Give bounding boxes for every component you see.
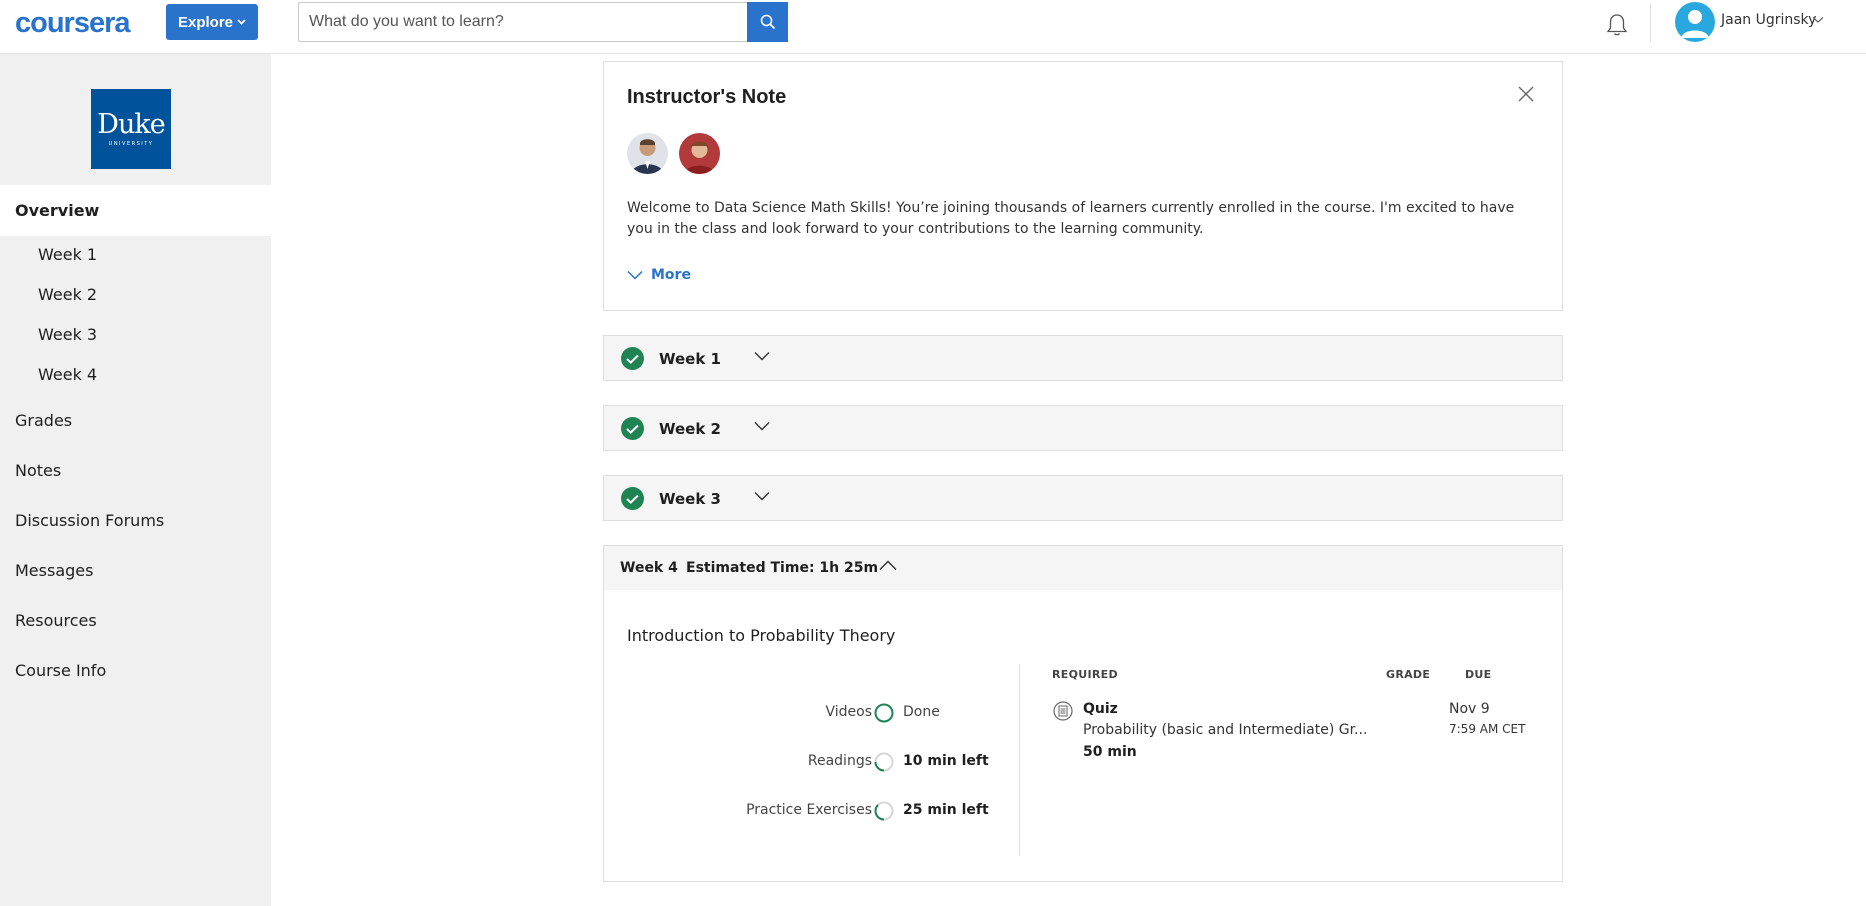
explore-button-label: Explore bbox=[177, 13, 234, 31]
due-time: 7:59 AM CET bbox=[1449, 722, 1526, 736]
quiz-duration: 50 min bbox=[1083, 744, 1137, 760]
duke-university-logo[interactable]: Duke UNIVERSITY bbox=[91, 89, 171, 169]
progress-row-practice-exercises: Practice Exercises 25 min left bbox=[604, 800, 989, 822]
module-title[interactable]: Introduction to Probability Theory bbox=[627, 626, 895, 645]
chevron-down-icon[interactable] bbox=[754, 491, 770, 501]
week-label: Week 3 bbox=[659, 490, 721, 508]
week-4-section: Week 4 Estimated Time: 1h 25m Introducti… bbox=[603, 545, 1563, 882]
chevron-up-icon[interactable] bbox=[879, 560, 897, 571]
chevron-down-icon[interactable] bbox=[754, 421, 770, 431]
col-header-due: DUE bbox=[1465, 668, 1492, 681]
note-body-text: Welcome to Data Science Math Skills! You… bbox=[627, 200, 1515, 237]
instructor-avatar bbox=[679, 133, 720, 174]
column-divider bbox=[1019, 664, 1020, 856]
due-date: Nov 9 bbox=[1449, 701, 1490, 717]
progress-status: Done bbox=[903, 704, 940, 720]
coursera-logo[interactable]: coursera bbox=[15, 7, 131, 40]
quiz-icon bbox=[1053, 701, 1073, 721]
university-logo-area: Duke UNIVERSITY bbox=[0, 54, 271, 185]
estimated-time: Estimated Time: 1h 25m bbox=[686, 560, 879, 576]
note-title: Instructor's Note bbox=[627, 86, 787, 108]
search-button[interactable] bbox=[747, 2, 788, 42]
progress-label: Videos bbox=[825, 704, 872, 720]
sidebar-item-week-3[interactable]: Week 3 bbox=[0, 325, 271, 344]
user-icon bbox=[1681, 10, 1709, 38]
more-link[interactable]: More bbox=[627, 267, 691, 283]
col-header-grade: GRADE bbox=[1386, 668, 1431, 681]
user-avatar[interactable] bbox=[1675, 2, 1715, 42]
quiz-type[interactable]: Quiz bbox=[1083, 701, 1118, 717]
more-link-label: More bbox=[651, 267, 691, 283]
progress-status: 10 min left bbox=[903, 753, 989, 769]
sidebar-item-messages[interactable]: Messages bbox=[0, 561, 271, 580]
quiz-name[interactable]: Probability (basic and Intermediate) Gr.… bbox=[1083, 722, 1367, 738]
check-icon bbox=[621, 487, 644, 510]
progress-status: 25 min left bbox=[903, 802, 989, 818]
chevron-down-icon bbox=[627, 270, 643, 280]
chevron-down-icon[interactable] bbox=[1812, 16, 1824, 24]
progress-ring-icon bbox=[874, 752, 894, 772]
logo-subtext: UNIVERSITY bbox=[108, 141, 154, 147]
search-box bbox=[298, 2, 788, 42]
course-sidebar: Duke UNIVERSITY Overview Week 1 Week 2 W… bbox=[0, 54, 271, 906]
progress-ring-icon bbox=[874, 703, 894, 723]
sidebar-item-week-2[interactable]: Week 2 bbox=[0, 285, 271, 304]
logo-wordmark: Duke bbox=[97, 109, 165, 140]
week-label: Week 4 bbox=[620, 560, 678, 576]
week-1-section-header[interactable]: Week 1 bbox=[603, 335, 1563, 381]
week-label: Week 2 bbox=[659, 420, 721, 438]
progress-row-videos: Videos Done bbox=[604, 702, 984, 724]
instructor-avatar bbox=[627, 133, 668, 174]
chevron-down-icon bbox=[237, 19, 246, 25]
notifications-bell-icon[interactable] bbox=[1604, 12, 1630, 38]
week-label: Week 1 bbox=[659, 350, 721, 368]
progress-row-readings: Readings 10 min left bbox=[604, 751, 989, 773]
search-icon bbox=[760, 14, 775, 30]
week-3-section-header[interactable]: Week 3 bbox=[603, 475, 1563, 521]
sidebar-item-grades[interactable]: Grades bbox=[0, 411, 271, 430]
header-divider bbox=[1650, 4, 1651, 42]
sidebar-item-overview[interactable]: Overview bbox=[0, 185, 271, 236]
week-2-section-header[interactable]: Week 2 bbox=[603, 405, 1563, 451]
col-header-required: REQUIRED bbox=[1052, 668, 1118, 681]
week-4-section-header[interactable]: Week 4 Estimated Time: 1h 25m bbox=[604, 546, 1562, 590]
close-icon[interactable] bbox=[1516, 84, 1536, 104]
check-icon bbox=[621, 347, 644, 370]
sidebar-item-week-4[interactable]: Week 4 bbox=[0, 365, 271, 384]
instructors-note-card: Instructor's Note Welcome to Data Scienc… bbox=[603, 61, 1563, 311]
progress-ring-icon bbox=[874, 801, 894, 821]
explore-button[interactable]: Explore bbox=[166, 4, 258, 40]
search-input[interactable] bbox=[299, 3, 747, 41]
top-navigation-bar: coursera Explore Jaan Ugrinsky bbox=[0, 0, 1866, 54]
sidebar-item-discussion-forums[interactable]: Discussion Forums bbox=[0, 511, 271, 530]
sidebar-item-notes[interactable]: Notes bbox=[0, 461, 271, 480]
check-icon bbox=[621, 417, 644, 440]
user-name[interactable]: Jaan Ugrinsky bbox=[1721, 12, 1816, 28]
chevron-down-icon[interactable] bbox=[754, 351, 770, 361]
progress-label: Readings bbox=[807, 753, 872, 769]
sidebar-item-resources[interactable]: Resources bbox=[0, 611, 271, 630]
sidebar-item-course-info[interactable]: Course Info bbox=[0, 661, 271, 680]
sidebar-item-week-1[interactable]: Week 1 bbox=[0, 245, 271, 264]
progress-label: Practice Exercises bbox=[746, 802, 872, 818]
